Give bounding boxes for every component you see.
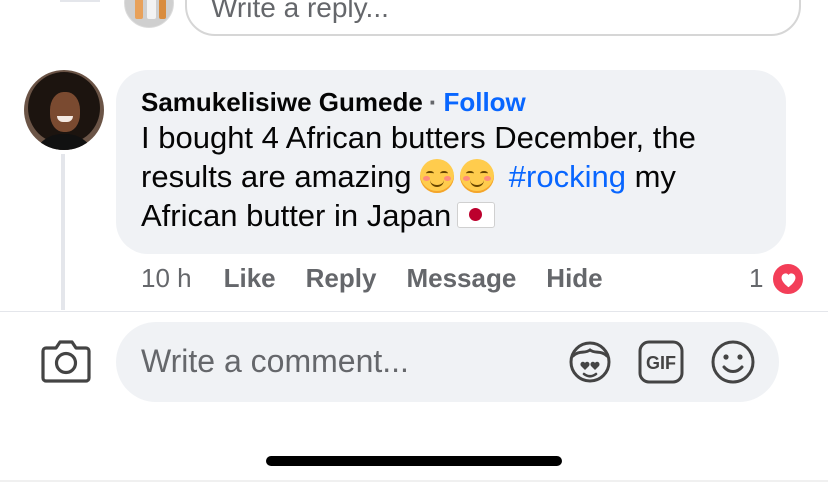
camera-icon[interactable] [40,338,92,389]
reply-placeholder: Write a reply... [211,0,389,23]
gif-icon[interactable]: GIF [637,339,685,390]
reply-input[interactable]: Write a reply... [185,0,801,36]
reply-button[interactable]: Reply [306,263,377,293]
separator-dot: · [428,87,438,117]
comment-input[interactable]: Write a comment... GIF [116,322,779,402]
like-button[interactable]: Like [224,263,276,293]
smiling-face-emoji-icon [420,159,455,193]
comment-placeholder: Write a comment... [141,343,409,379]
divider-line [60,0,100,2]
composer-divider [0,311,828,312]
comment-header: Samukelisiwe Gumede · Follow [141,86,762,118]
timestamp: 10 h [141,263,192,293]
comment-text: I bought 4 African butters December, the… [141,118,762,235]
reaction-count[interactable]: 1 [749,263,763,297]
hide-button[interactable]: Hide [546,263,602,293]
message-button[interactable]: Message [406,263,516,293]
comment-bubble: Samukelisiwe Gumede · Follow I bought 4 Af… [116,70,786,254]
home-indicator[interactable] [266,456,562,466]
smiling-face-emoji-icon [460,159,495,193]
sticker-icon[interactable] [566,340,614,389]
reply-avatar [124,0,174,28]
follow-button[interactable]: Follow [443,87,525,117]
comment-actions: 10 h Like Reply Message Hide [141,263,633,297]
japan-flag-emoji-icon [457,202,496,228]
author-name[interactable]: Samukelisiwe Gumede [141,87,423,117]
thread-line [61,154,65,310]
emoji-icon[interactable] [710,339,756,390]
heart-icon[interactable] [771,262,805,296]
svg-text:GIF: GIF [646,353,676,373]
hashtag-link[interactable]: #rocking [509,159,626,194]
avatar[interactable] [24,70,104,150]
